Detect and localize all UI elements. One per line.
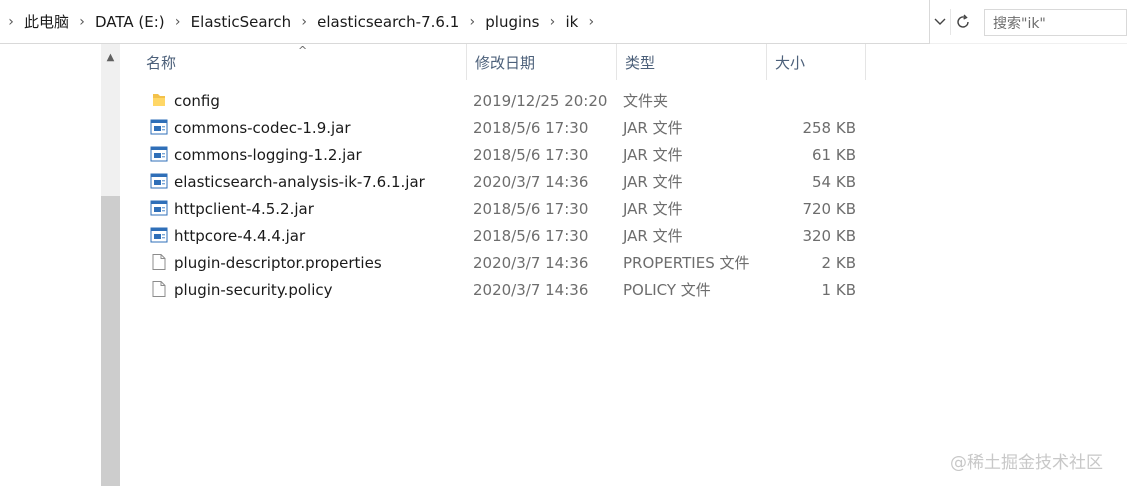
search-input[interactable]: 搜索"ik" [984, 9, 1127, 36]
file-type: JAR 文件 [623, 227, 683, 245]
file-type: 文件夹 [623, 92, 669, 110]
column-header-label: 名称 [146, 53, 177, 72]
scrollbar-thumb[interactable] [101, 196, 120, 486]
scroll-up-arrow-icon[interactable]: ▲ [101, 44, 120, 70]
address-bar: › 此电脑 › DATA (E:) › ElasticSearch › elastics… [0, 0, 1127, 44]
breadcrumb-label[interactable]: 此电脑 [22, 11, 71, 32]
file-size: 258 KB [802, 118, 856, 137]
file-row[interactable]: httpclient-4.5.2.jar 2018/5/6 17:30 JAR … [120, 195, 866, 222]
file-row[interactable]: plugin-security.policy 2020/3/7 14:36 PO… [120, 276, 866, 303]
file-date: 2020/3/7 14:36 [473, 280, 589, 299]
file-name: httpclient-4.5.2.jar [174, 199, 314, 218]
chevron-right-icon[interactable]: › [461, 14, 483, 30]
file-list: config 2019/12/25 20:20 文件夹 commons-code… [120, 87, 866, 303]
file-row[interactable]: httpcore-4.4.4.jar 2018/5/6 17:30 JAR 文件… [120, 222, 866, 249]
file-date: 2020/3/7 14:36 [473, 253, 589, 272]
chevron-right-icon[interactable]: › [0, 14, 22, 30]
watermark: @稀土掘金技术社区 [950, 453, 1103, 473]
chevron-right-icon[interactable]: › [580, 14, 602, 30]
file-date: 2018/5/6 17:30 [473, 145, 589, 164]
navigation-pane-scrollbar[interactable]: ▲ [101, 44, 120, 486]
breadcrumb-label[interactable]: DATA (E:) [93, 13, 167, 31]
column-header-size[interactable]: 大小 [767, 44, 866, 80]
file-type: JAR 文件 [623, 119, 683, 137]
file-type: POLICY 文件 [623, 281, 711, 299]
breadcrumb-segment[interactable]: › ElasticSearch [167, 13, 293, 31]
column-header-label: 修改日期 [475, 53, 536, 72]
breadcrumb-label[interactable]: ik [563, 13, 580, 31]
file-row[interactable]: elasticsearch-analysis-ik-7.6.1.jar 2020… [120, 168, 866, 195]
refresh-button[interactable] [950, 9, 974, 35]
breadcrumb-label[interactable]: elasticsearch-7.6.1 [315, 13, 461, 31]
refresh-icon [956, 14, 969, 28]
file-name: commons-codec-1.9.jar [174, 118, 351, 137]
file-size [766, 87, 856, 114]
file-row[interactable]: config 2019/12/25 20:20 文件夹 [120, 87, 866, 114]
file-row[interactable]: plugin-descriptor.properties 2020/3/7 14… [120, 249, 866, 276]
file-type: JAR 文件 [623, 173, 683, 191]
column-header-date[interactable]: 修改日期 [467, 44, 617, 80]
file-name: elasticsearch-analysis-ik-7.6.1.jar [174, 172, 425, 191]
file-name: commons-logging-1.2.jar [174, 145, 362, 164]
file-date: 2020/3/7 14:36 [473, 172, 589, 191]
column-header-row: ^ 名称 修改日期 类型 大小 [120, 44, 866, 80]
file-date: 2018/5/6 17:30 [473, 199, 589, 218]
breadcrumb-segment[interactable]: › DATA (E:) [71, 13, 167, 31]
breadcrumb-segment[interactable]: › 此电脑 [0, 11, 71, 32]
file-type: JAR 文件 [623, 146, 683, 164]
file-name: config [174, 91, 220, 110]
chevron-right-icon[interactable]: › [167, 14, 189, 30]
chevron-right-icon[interactable]: › [293, 14, 315, 30]
search-placeholder: 搜索"ik" [993, 15, 1046, 32]
breadcrumb-label[interactable]: plugins [483, 13, 541, 31]
file-row[interactable]: commons-codec-1.9.jar 2018/5/6 17:30 JAR… [120, 114, 866, 141]
column-header-label: 大小 [775, 53, 806, 72]
column-header-type[interactable]: 类型 [617, 44, 767, 80]
file-date: 2018/5/6 17:30 [473, 226, 589, 245]
breadcrumb-label[interactable]: ElasticSearch [189, 13, 293, 31]
file-date: 2018/5/6 17:30 [473, 118, 589, 137]
column-header-label: 类型 [625, 53, 656, 72]
address-dropdown-button[interactable] [930, 9, 950, 35]
file-size: 320 KB [802, 226, 856, 245]
breadcrumb-segment[interactable]: › ik › [541, 13, 602, 31]
file-size: 720 KB [802, 199, 856, 218]
chevron-right-icon[interactable]: › [71, 14, 93, 30]
file-type: PROPERTIES 文件 [623, 254, 750, 272]
breadcrumb-segment[interactable]: › elasticsearch-7.6.1 [293, 13, 461, 31]
file-name: httpcore-4.4.4.jar [174, 226, 306, 245]
chevron-down-icon [934, 18, 946, 25]
file-size: 54 KB [812, 172, 856, 191]
file-name: plugin-descriptor.properties [174, 253, 382, 272]
file-size: 1 KB [821, 280, 856, 299]
chevron-right-icon[interactable]: › [541, 14, 563, 30]
column-header-name[interactable]: 名称 [138, 44, 467, 80]
file-name: plugin-security.policy [174, 280, 333, 299]
file-date: 2019/12/25 20:20 [473, 91, 608, 110]
file-type: JAR 文件 [623, 200, 683, 218]
file-size: 61 KB [812, 145, 856, 164]
file-row[interactable]: commons-logging-1.2.jar 2018/5/6 17:30 J… [120, 141, 866, 168]
breadcrumb[interactable]: › 此电脑 › DATA (E:) › ElasticSearch › elastics… [0, 0, 930, 44]
file-size: 2 KB [821, 253, 856, 272]
breadcrumb-segment[interactable]: › plugins [461, 13, 541, 31]
